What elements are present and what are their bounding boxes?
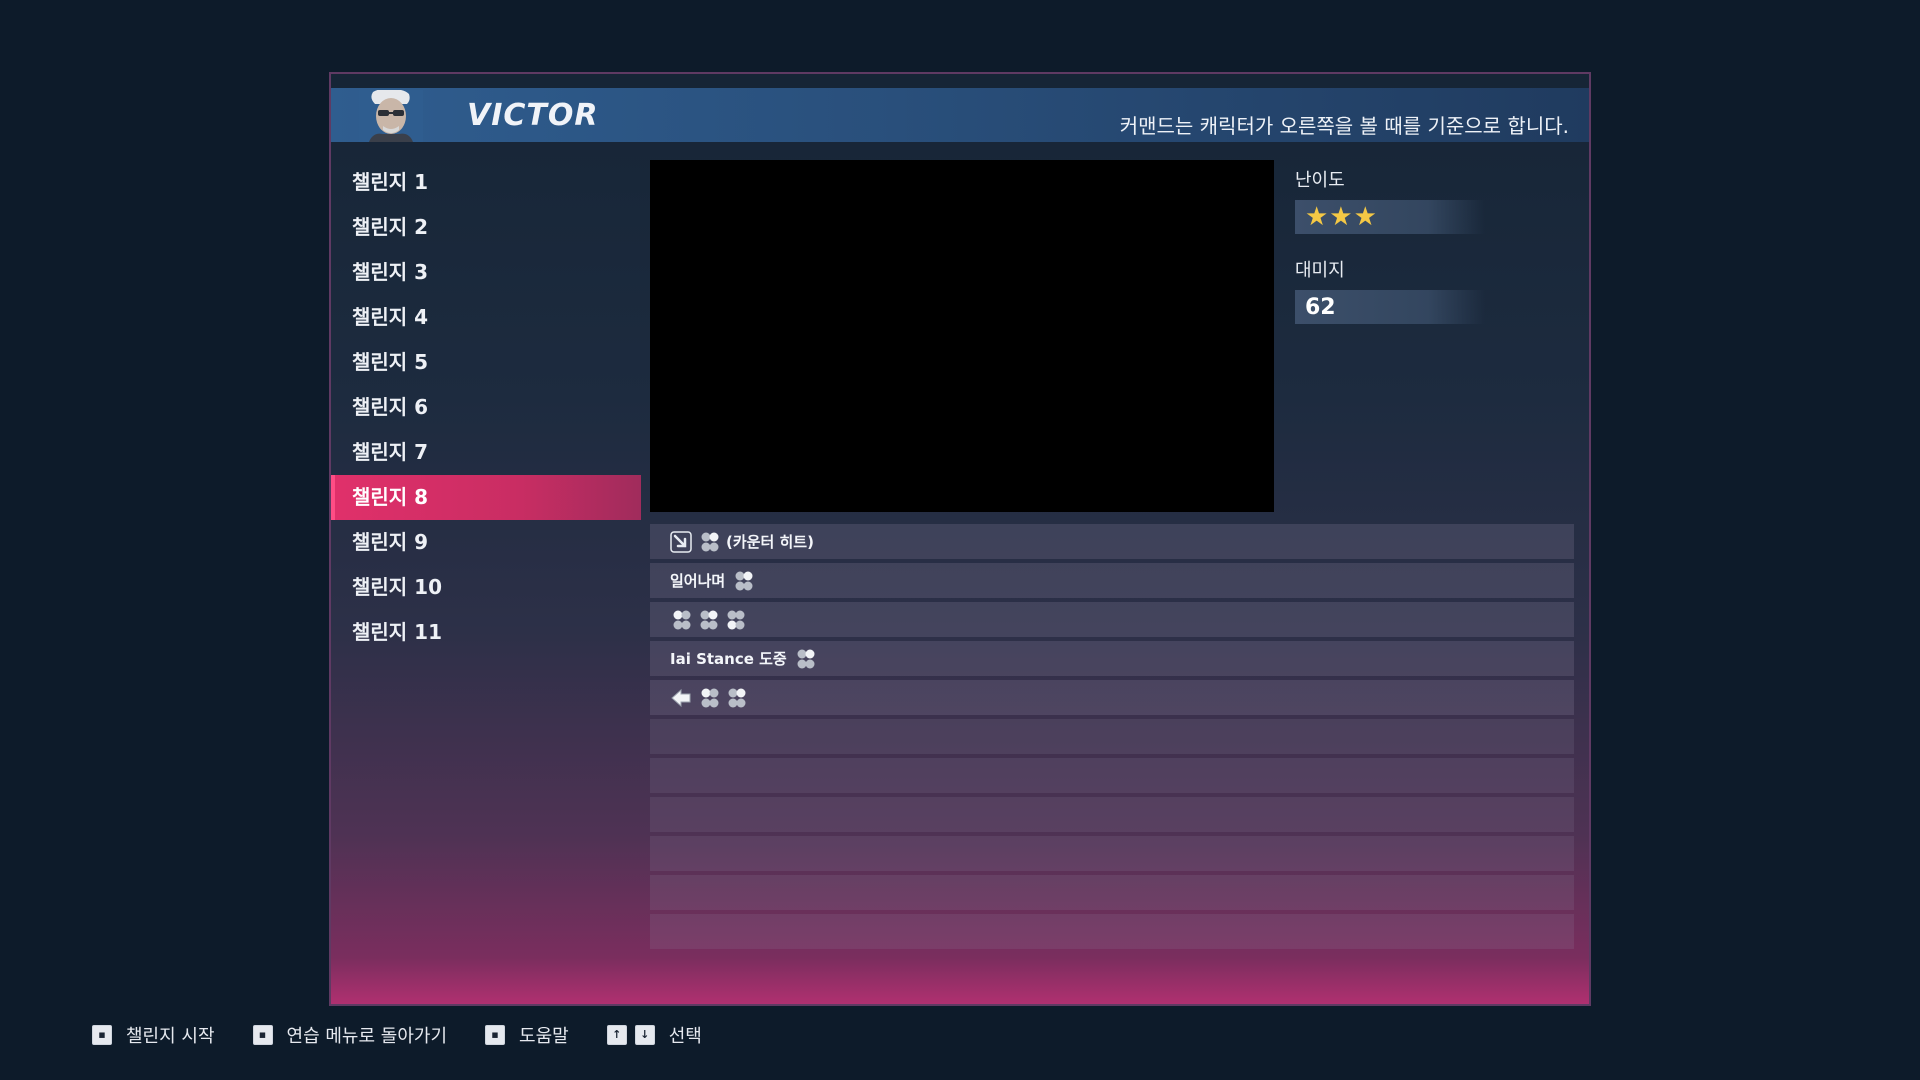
challenge-info: 난이도 ★★★ 대미지 62 <box>1295 166 1575 324</box>
command-row-empty <box>650 875 1574 910</box>
challenge-item-3[interactable]: 챌린지 3 <box>331 250 641 295</box>
buttons-cluster-icon <box>700 610 718 629</box>
back-key-icon: ▪ <box>252 1025 273 1045</box>
command-row-empty <box>650 797 1574 832</box>
buttons-cluster-icon <box>701 532 719 551</box>
help-key-icon: ▪ <box>485 1025 506 1045</box>
button-guide-footer: ▪ 챌린지 시작 ▪ 연습 메뉴로 돌아가기 ▪ 도움말 ↑ ↓ 선택 <box>92 1022 740 1048</box>
command-row-empty <box>650 758 1574 793</box>
character-header: VICTOR 커맨드는 캐릭터가 오른쪽을 볼 때를 기준으로 합니다. <box>331 88 1589 142</box>
select-hint[interactable]: ↑ ↓ 선택 <box>606 1022 702 1048</box>
command-row-empty <box>650 836 1574 871</box>
buttons-cluster-icon <box>727 610 745 629</box>
command-text: (카운터 히트) <box>726 533 814 551</box>
back-to-menu-label: 연습 메뉴로 돌아가기 <box>286 1026 448 1047</box>
challenge-list: 챌린지 1 챌린지 2 챌린지 3 챌린지 4 챌린지 5 챌린지 6 챌린지 … <box>331 160 641 655</box>
command-row-empty <box>650 719 1574 754</box>
challenge-item-11[interactable]: 챌린지 11 <box>331 610 641 655</box>
damage-value: 62 <box>1305 294 1336 320</box>
challenge-item-7[interactable]: 챌린지 7 <box>331 430 641 475</box>
command-direction-note: 커맨드는 캐릭터가 오른쪽을 볼 때를 기준으로 합니다. <box>1119 114 1569 138</box>
damage-label: 대미지 <box>1295 260 1345 281</box>
buttons-cluster-icon <box>701 688 719 707</box>
challenge-item-1[interactable]: 챌린지 1 <box>331 160 641 205</box>
select-label: 선택 <box>668 1026 702 1047</box>
command-row <box>650 680 1574 715</box>
command-row: 일어나며 <box>650 563 1574 598</box>
confirm-key-icon: ▪ <box>92 1025 112 1045</box>
buttons-cluster-icon <box>797 649 815 668</box>
demo-video-preview <box>650 160 1274 512</box>
start-challenge-label: 챌린지 시작 <box>126 1026 215 1047</box>
down-forward-arrow-icon <box>670 530 692 553</box>
challenge-item-5[interactable]: 챌린지 5 <box>331 340 641 385</box>
buttons-cluster-icon <box>728 688 746 707</box>
difficulty-label: 난이도 <box>1295 170 1345 191</box>
character-portrait <box>359 90 423 142</box>
back-arrow-icon <box>671 688 691 707</box>
challenge-item-4[interactable]: 챌린지 4 <box>331 295 641 340</box>
challenge-item-6[interactable]: 챌린지 6 <box>331 385 641 430</box>
back-to-menu-hint[interactable]: ▪ 연습 메뉴로 돌아가기 <box>252 1022 448 1048</box>
command-row <box>650 602 1574 637</box>
command-row-empty <box>650 914 1574 949</box>
buttons-cluster-icon <box>735 571 753 590</box>
help-hint[interactable]: ▪ 도움말 <box>485 1022 569 1048</box>
command-text: Iai Stance 도중 <box>670 650 787 668</box>
difficulty-bar: ★★★ <box>1295 200 1485 234</box>
up-arrow-key-icon: ↑ <box>606 1025 627 1045</box>
challenge-item-10[interactable]: 챌린지 10 <box>331 565 641 610</box>
challenge-item-2[interactable]: 챌린지 2 <box>331 205 641 250</box>
command-row: (카운터 히트) <box>650 524 1574 559</box>
challenge-item-8-selected[interactable]: 챌린지 8 <box>331 475 641 520</box>
command-list: (카운터 히트) 일어나며 Iai Stance 도중 <box>650 524 1574 953</box>
down-arrow-key-icon: ↓ <box>634 1025 655 1045</box>
help-label: 도움말 <box>519 1026 569 1047</box>
difficulty-stars: ★★★ <box>1305 202 1378 232</box>
command-row: Iai Stance 도중 <box>650 641 1574 676</box>
command-text: 일어나며 <box>670 572 726 590</box>
challenge-panel: VICTOR 커맨드는 캐릭터가 오른쪽을 볼 때를 기준으로 합니다. 챌린지… <box>329 72 1591 1006</box>
start-challenge-hint[interactable]: ▪ 챌린지 시작 <box>92 1022 215 1048</box>
challenge-item-9[interactable]: 챌린지 9 <box>331 520 641 565</box>
character-name: VICTOR <box>467 98 599 133</box>
damage-bar: 62 <box>1295 290 1485 324</box>
buttons-cluster-icon <box>673 610 691 629</box>
